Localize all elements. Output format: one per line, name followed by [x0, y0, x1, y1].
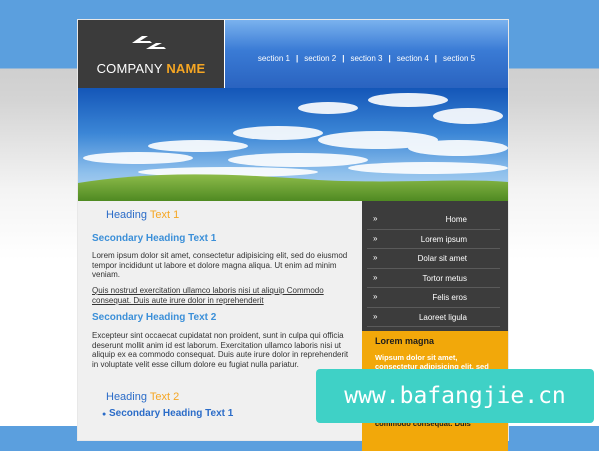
top-navigation: section 1 | section 2 | section 3 | sect… [225, 20, 508, 88]
secondary-heading-1: Secondary Heading Text 1 [92, 233, 217, 244]
sidebar-item-tortor-metus[interactable]: » Tortor metus [367, 269, 500, 288]
nav-section-5[interactable]: section 5 [437, 54, 481, 63]
company-name: COMPANY NAME [96, 61, 206, 76]
sidebar-menu: » Home » Lorem ipsum » Dolar sit amet » Tort… [367, 210, 500, 327]
heading-1: Heading Text 1 [106, 209, 180, 221]
nav-section-2[interactable]: section 2 [298, 54, 342, 63]
paragraph-1: Lorem ipsum dolor sit amet, consectetur … [92, 251, 348, 279]
chevron-right-icon: » [373, 233, 378, 243]
logo-icon [132, 36, 166, 49]
sidebar-item-laoreet-ligula[interactable]: » Laoreet ligula [367, 308, 500, 327]
sidebar-item-lorem-ipsum[interactable]: » Lorem ipsum [367, 230, 500, 249]
heading-2: Heading Text 2 [106, 391, 180, 403]
hero-banner [78, 88, 508, 201]
chevron-right-icon: » [373, 311, 378, 321]
chevron-right-icon: » [373, 253, 378, 262]
watermark-badge: www.bafangjie.cn [316, 369, 594, 423]
chevron-right-icon: » [373, 272, 378, 282]
sky-landscape-image [78, 93, 508, 201]
nav-section-1[interactable]: section 1 [252, 54, 296, 63]
link-paragraph[interactable]: Quis nostrud exercitation ullamco labori… [92, 286, 354, 305]
sidebar-item-felis-eros[interactable]: » Felis eros [367, 288, 500, 308]
paragraph-2: Excepteur sint occaecat cupidatat non pr… [92, 331, 349, 369]
chevron-right-icon: » [373, 292, 378, 301]
promo-title: Lorem magna [375, 336, 435, 346]
secondary-heading-2: Secondary Heading Text 2 [92, 312, 217, 323]
sidebar-item-dolar-sit-amet[interactable]: » Dolar sit amet [367, 249, 500, 269]
nav-section-3[interactable]: section 3 [344, 54, 388, 63]
logo[interactable]: COMPANY NAME [78, 20, 225, 88]
chevron-right-icon: » [373, 214, 378, 223]
sidebar-item-home[interactable]: » Home [367, 210, 500, 230]
bullet-item[interactable]: ● Secondary Heading Text 1 [102, 408, 233, 419]
bullet-icon: ● [102, 411, 107, 418]
nav-section-4[interactable]: section 4 [391, 54, 435, 63]
